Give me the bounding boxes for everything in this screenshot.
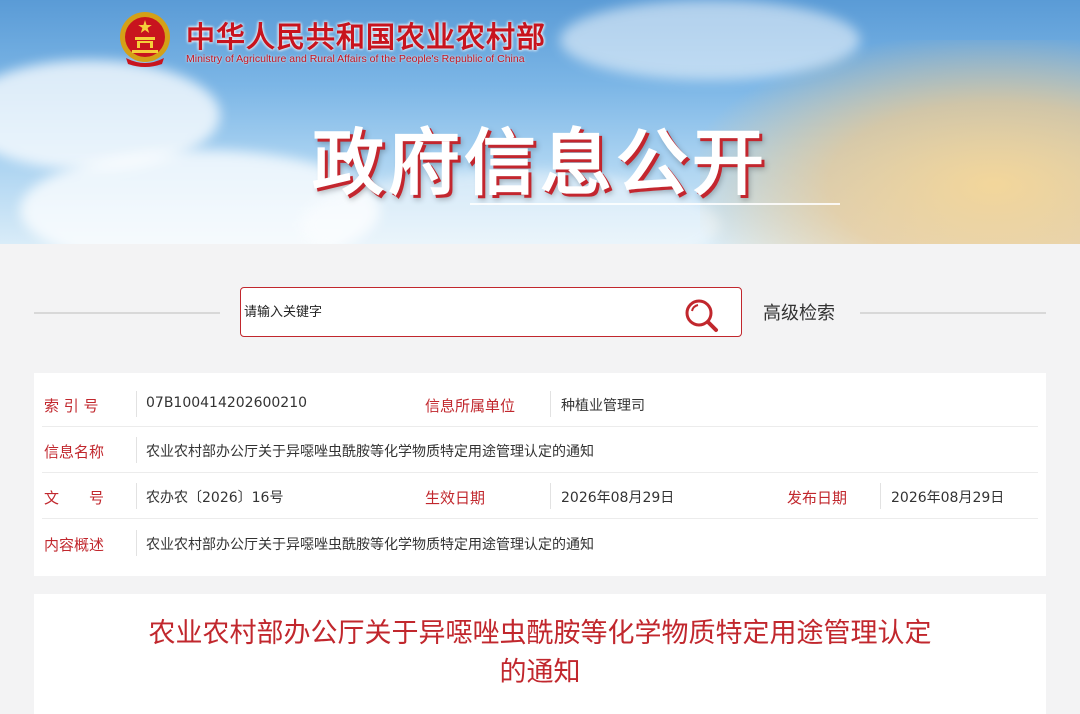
cell-divider: [550, 483, 551, 509]
search-box: [240, 287, 742, 337]
unit-value: 种植业管理司: [561, 398, 645, 414]
cell-divider: [880, 483, 881, 509]
doc-number-label: 文 号: [44, 489, 105, 507]
name-value: 农业农村部办公厅关于异噁唑虫酰胺等化学物质特定用途管理认定的通知: [146, 444, 594, 460]
info-row-index: 索 引 号 07B100414202600210 信息所属单位 种植业管理司: [34, 381, 1046, 427]
index-value: 07B100414202600210: [146, 395, 308, 411]
cell-divider: [136, 483, 137, 509]
banner-title: 政府信息公开: [312, 121, 769, 205]
cell-divider: [136, 530, 137, 556]
header-banner: 中华人民共和国农业农村部 Ministry of Agriculture and…: [0, 0, 1080, 244]
info-row-doc: 文 号 农办农〔2026〕16号 生效日期 2026年08月29日 发布日期 2…: [34, 473, 1046, 519]
national-emblem-icon[interactable]: [118, 10, 172, 68]
effective-date-value: 2026年08月29日: [561, 490, 675, 506]
unit-label: 信息所属单位: [425, 397, 516, 415]
effective-date-label: 生效日期: [425, 489, 486, 507]
article-title-line2: 的通知: [499, 657, 581, 688]
article-body: 农业农村部办公厅关于异噁唑虫酰胺等化学物质特定用途管理认定 的通知: [34, 594, 1046, 714]
article-title: 农业农村部办公厅关于异噁唑虫酰胺等化学物质特定用途管理认定 的通知: [74, 614, 1006, 692]
title-underline: [470, 203, 840, 205]
site-name-en[interactable]: Ministry of Agriculture and Rural Affair…: [186, 53, 525, 65]
info-metadata-table: 索 引 号 07B100414202600210 信息所属单位 种植业管理司 信…: [34, 373, 1046, 576]
name-label: 信息名称: [44, 443, 105, 461]
doc-number-value: 农办农〔2026〕16号: [146, 490, 284, 506]
publish-date-label: 发布日期: [787, 489, 848, 507]
divider-left: [34, 312, 220, 314]
info-row-summary: 内容概述 农业农村部办公厅关于异噁唑虫酰胺等化学物质特定用途管理认定的通知: [34, 520, 1046, 566]
info-row-name: 信息名称 农业农村部办公厅关于异噁唑虫酰胺等化学物质特定用途管理认定的通知: [34, 427, 1046, 473]
publish-date-value: 2026年08月29日: [891, 490, 1005, 506]
advanced-search-link[interactable]: 高级检索: [763, 299, 835, 325]
search-icon[interactable]: [682, 296, 720, 334]
search-input[interactable]: [242, 289, 664, 335]
site-name-cn[interactable]: 中华人民共和国农业农村部: [186, 14, 546, 56]
index-label: 索 引 号: [44, 397, 99, 415]
divider-right: [860, 312, 1046, 314]
summary-label: 内容概述: [44, 536, 105, 554]
cell-divider: [550, 391, 551, 417]
row-divider: [42, 518, 1038, 519]
summary-value: 农业农村部办公厅关于异噁唑虫酰胺等化学物质特定用途管理认定的通知: [146, 537, 594, 553]
cell-divider: [136, 391, 137, 417]
cell-divider: [136, 437, 137, 463]
article-title-line1: 农业农村部办公厅关于异噁唑虫酰胺等化学物质特定用途管理认定: [148, 618, 932, 649]
